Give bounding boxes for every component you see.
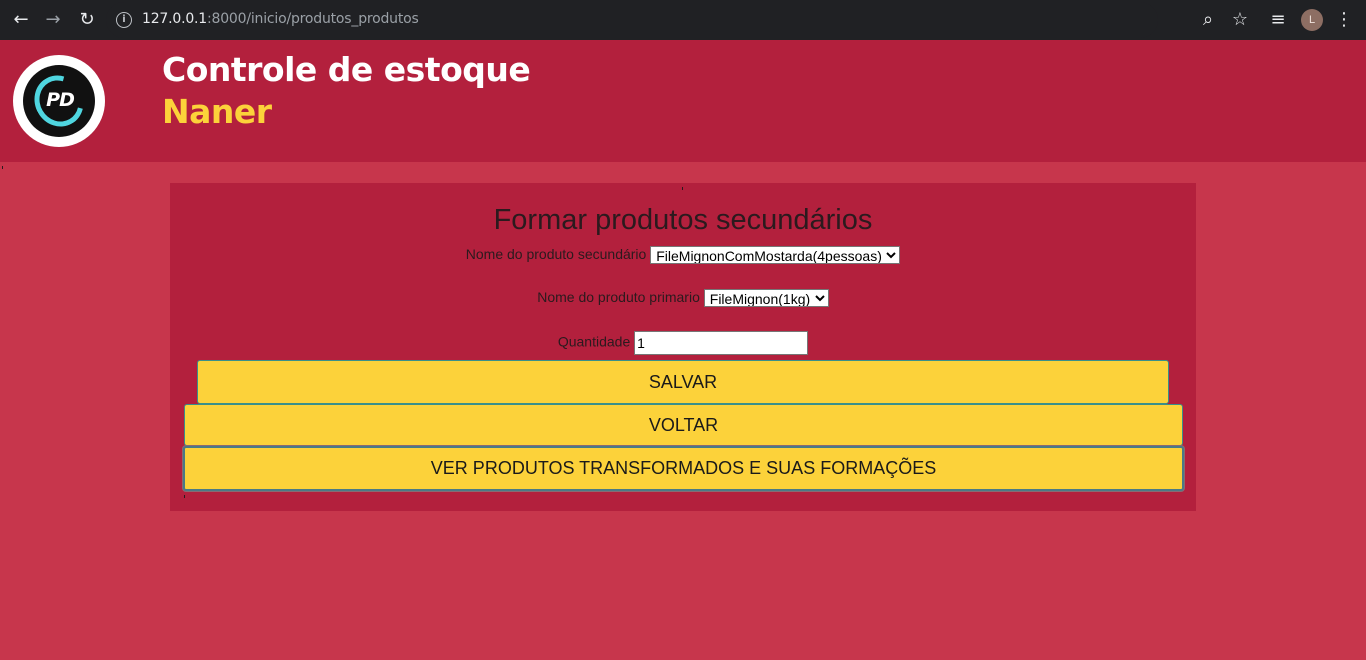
profile-avatar[interactable]: L (1301, 9, 1323, 31)
info-icon[interactable]: i (116, 12, 132, 28)
browser-toolbar: ← → ↻ i 127.0.0.1:8000/inicio/produtos_p… (0, 0, 1366, 40)
form-card: Formar produtos secundários Nome do prod… (170, 183, 1196, 511)
secondary-product-label: Nome do produto secundário (465, 246, 647, 262)
app-header: PD Controle de estoque Naner (0, 40, 1366, 162)
secondary-product-select[interactable]: FileMignonComMostarda(4pessoas) (650, 246, 901, 265)
primary-product-label: Nome do produto primario (537, 289, 700, 305)
back-arrow-icon[interactable]: ← (9, 8, 33, 32)
url-path: :8000/inicio/produtos_produtos (207, 11, 419, 27)
form-title: Formar produtos secundários (493, 204, 873, 236)
logo-text: PD (46, 89, 75, 111)
stray-mark (184, 495, 185, 498)
forward-arrow-icon[interactable]: → (41, 8, 65, 32)
primary-product-row: Nome do produto primario FileMignon(1kg) (170, 289, 1196, 308)
zoom-icon[interactable]: ⌕ (1196, 8, 1220, 32)
view-transformed-products-button[interactable]: VER PRODUTOS TRANSFORMADOS E SUAS FORMAÇ… (183, 446, 1184, 491)
url-text[interactable]: 127.0.0.1:8000/inicio/produtos_produtos (142, 11, 419, 27)
url-host: 127.0.0.1 (142, 11, 207, 27)
address-bar[interactable]: i 127.0.0.1:8000/inicio/produtos_produto… (106, 2, 1158, 38)
reload-icon[interactable]: ↻ (75, 8, 99, 32)
app-title: Controle de estoque (162, 50, 531, 89)
logo-badge: PD (23, 65, 95, 137)
secondary-product-row: Nome do produto secundário FileMignonCom… (170, 246, 1196, 265)
quantity-row: Quantidade (170, 331, 1196, 355)
save-button[interactable]: SALVAR (197, 360, 1169, 404)
more-vert-icon[interactable]: ⋮ (1332, 8, 1356, 32)
logo: PD (13, 55, 105, 147)
quantity-label: Quantidade (557, 333, 631, 350)
primary-product-select[interactable]: FileMignon(1kg) (703, 289, 829, 308)
app-subtitle: Naner (162, 92, 272, 131)
media-queue-icon[interactable]: ≡ (1266, 8, 1290, 32)
quantity-input[interactable] (634, 331, 809, 355)
stray-mark (682, 187, 683, 190)
stray-mark (2, 166, 3, 169)
bookmark-star-icon[interactable]: ☆ (1228, 8, 1252, 32)
back-button[interactable]: VOLTAR (184, 404, 1183, 446)
